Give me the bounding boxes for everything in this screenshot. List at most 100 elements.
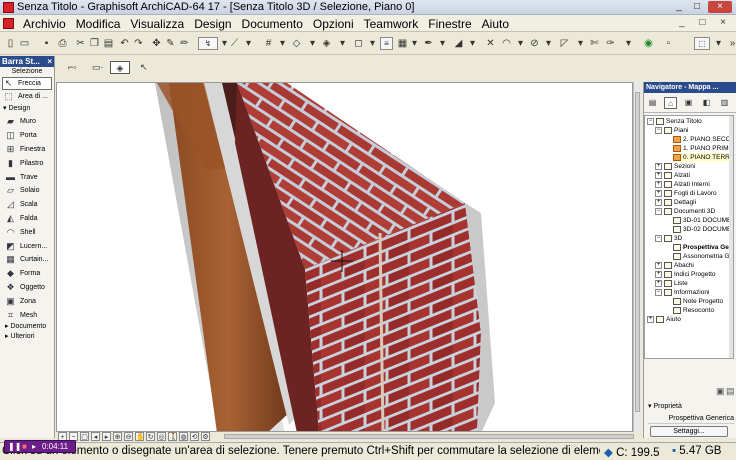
expand-toggle[interactable]: +: [655, 262, 662, 269]
document-group[interactable]: ▸ Documento: [0, 322, 54, 332]
tool-shell[interactable]: ◠ Shell: [0, 225, 54, 239]
more-icon[interactable]: »: [726, 37, 736, 50]
inject-icon[interactable]: ✏: [178, 37, 191, 50]
tree-3d[interactable]: − 3D: [655, 234, 682, 243]
tree-scrollbar[interactable]: [729, 116, 733, 358]
collapse-toggle[interactable]: −: [655, 208, 662, 215]
fit-icon[interactable]: ▢: [80, 432, 89, 441]
collapse-toggle[interactable]: −: [655, 235, 662, 242]
tree-info[interactable]: − Informazioni: [655, 288, 709, 297]
screen-recorder-widget[interactable]: ❚❚ ■ ▸ 0:04:11: [4, 440, 76, 453]
wall-end-icon[interactable]: ◸: [558, 37, 571, 50]
pause-icon[interactable]: ❚❚: [8, 442, 21, 451]
tool-object[interactable]: ❖ Oggetto: [0, 281, 54, 295]
pan-icon[interactable]: ✋: [135, 432, 145, 441]
tree-story-2[interactable]: 2. PIANO SECON: [673, 135, 733, 144]
tool-roof[interactable]: ◭ Falda: [0, 212, 54, 226]
minimize-button[interactable]: _: [672, 1, 686, 13]
undo-icon[interactable]: ↶: [118, 37, 131, 50]
menu-opzioni[interactable]: Opzioni: [308, 17, 359, 31]
trim-icon[interactable]: ✄: [588, 37, 601, 50]
3d-viewport[interactable]: [56, 82, 633, 432]
expand-toggle[interactable]: +: [655, 271, 662, 278]
dropdown-arrow-icon[interactable]: ▾: [712, 37, 725, 50]
tool-arrow[interactable]: ↖ Freccia: [2, 77, 52, 90]
slope-icon[interactable]: ◢: [452, 37, 465, 50]
collapse-toggle[interactable]: −: [655, 289, 662, 296]
view-map-icon[interactable]: ⌂: [664, 97, 677, 109]
document-icon[interactable]: [3, 18, 14, 29]
design-group[interactable]: ▾ Design: [0, 103, 54, 115]
save-icon[interactable]: ▪: [40, 37, 53, 50]
snap-guides-icon[interactable]: ↯: [198, 37, 218, 50]
tool-slab[interactable]: ▱ Solaio: [0, 184, 54, 198]
tree-interior-elevations[interactable]: + Alzati Interni: [655, 180, 710, 189]
tool-column[interactable]: ▮ Pilastro: [0, 156, 54, 170]
render-icon[interactable]: ◉: [642, 37, 655, 50]
walk-icon[interactable]: 🚶: [168, 432, 178, 441]
menu-documento[interactable]: Documento: [237, 17, 308, 31]
guide-lines-icon[interactable]: ⟋: [228, 37, 241, 50]
window-3d-icon[interactable]: ▫: [662, 37, 675, 50]
tree-generic-axonometry[interactable]: Assonometria Ge: [673, 252, 733, 261]
tool-mesh[interactable]: ⌗ Mesh: [0, 308, 54, 322]
stop-icon[interactable]: ▸: [32, 442, 36, 451]
orbit-icon[interactable]: ↻: [146, 432, 155, 441]
vertical-scroll-thumb[interactable]: [635, 92, 640, 412]
dropdown-arrow-icon[interactable]: ▾: [466, 37, 479, 50]
tree-help[interactable]: + Aiuto: [647, 315, 681, 324]
rectangle-icon[interactable]: ▭·: [92, 61, 104, 74]
tree-story-0[interactable]: 0. PIANO TERRA: [673, 153, 733, 162]
tool-curtain-wall[interactable]: ▦ Curtain...: [0, 253, 54, 267]
menu-archivio[interactable]: Archivio: [18, 17, 71, 31]
collapse-toggle[interactable]: −: [655, 127, 662, 134]
rotated-rectangle-icon[interactable]: ◈: [110, 61, 130, 74]
print-icon[interactable]: ⎙: [56, 37, 69, 50]
expand-toggle[interactable]: +: [655, 181, 662, 188]
grid-snap-icon[interactable]: #: [262, 37, 275, 50]
favorites-icon[interactable]: ≡: [380, 37, 393, 50]
menu-finestre[interactable]: Finestre: [423, 17, 476, 31]
expand-toggle[interactable]: +: [655, 190, 662, 197]
layer-icon[interactable]: ◈: [320, 37, 333, 50]
tree-doc3d-2[interactable]: 3D-02 DOCUMEN: [673, 225, 733, 234]
paint-icon[interactable]: ✑: [604, 37, 617, 50]
dropdown-arrow-icon[interactable]: ▾: [622, 37, 635, 50]
explore-icon[interactable]: ◍: [179, 432, 188, 441]
close-icon[interactable]: ×: [47, 56, 52, 67]
maximize-button[interactable]: □: [690, 1, 704, 13]
camera-icon[interactable]: ◎: [157, 432, 166, 441]
dropdown-arrow-icon[interactable]: ▾: [336, 37, 349, 50]
view-3d-icon[interactable]: ⬚: [694, 37, 710, 50]
tool-morph[interactable]: ◆ Forma: [0, 267, 54, 281]
dropdown-arrow-icon[interactable]: ▾: [306, 37, 319, 50]
mdi-controls[interactable]: _ □ ×: [679, 17, 732, 28]
tool-beam[interactable]: ▬ Trave: [0, 170, 54, 184]
expand-toggle[interactable]: +: [647, 316, 654, 323]
tree-lists[interactable]: + Liste: [655, 279, 688, 288]
tree-project-indexes[interactable]: + Indici Progetto: [655, 270, 716, 279]
tree-project-notes[interactable]: Note Progetto: [673, 297, 723, 306]
tree-details[interactable]: + Dettagli: [655, 198, 696, 207]
tree-elevations[interactable]: + Alzati: [655, 171, 690, 180]
tool-window[interactable]: ⊞ Finestra: [0, 143, 54, 157]
vertical-scrollbar[interactable]: [633, 82, 641, 432]
arc-icon[interactable]: ◠: [500, 37, 513, 50]
expand-toggle[interactable]: +: [655, 172, 662, 179]
layout-book-icon[interactable]: ▣: [682, 97, 695, 109]
menu-aiuto[interactable]: Aiuto: [477, 17, 514, 31]
tree-documents-3d[interactable]: − Documenti 3D: [655, 207, 715, 216]
collapse-toggle[interactable]: −: [647, 118, 654, 125]
trace-icon[interactable]: ◇: [290, 37, 303, 50]
dropdown-arrow-icon[interactable]: ▾: [514, 37, 527, 50]
publisher-icon[interactable]: ◧: [700, 97, 713, 109]
expand-toggle[interactable]: +: [655, 163, 662, 170]
more-group[interactable]: ▸ Ulteriori: [0, 332, 54, 342]
tree-schedules[interactable]: + Abachi: [655, 261, 694, 270]
magic-wand-icon[interactable]: ✥: [150, 37, 163, 50]
cursor-icon[interactable]: ↖: [140, 61, 148, 74]
tree-story-1[interactable]: 1. PIANO PRIMO: [673, 144, 733, 153]
dropdown-arrow-icon[interactable]: ▾: [408, 37, 421, 50]
tree-report[interactable]: Resoconto: [673, 306, 714, 315]
pen-set-icon[interactable]: ✒: [422, 37, 435, 50]
